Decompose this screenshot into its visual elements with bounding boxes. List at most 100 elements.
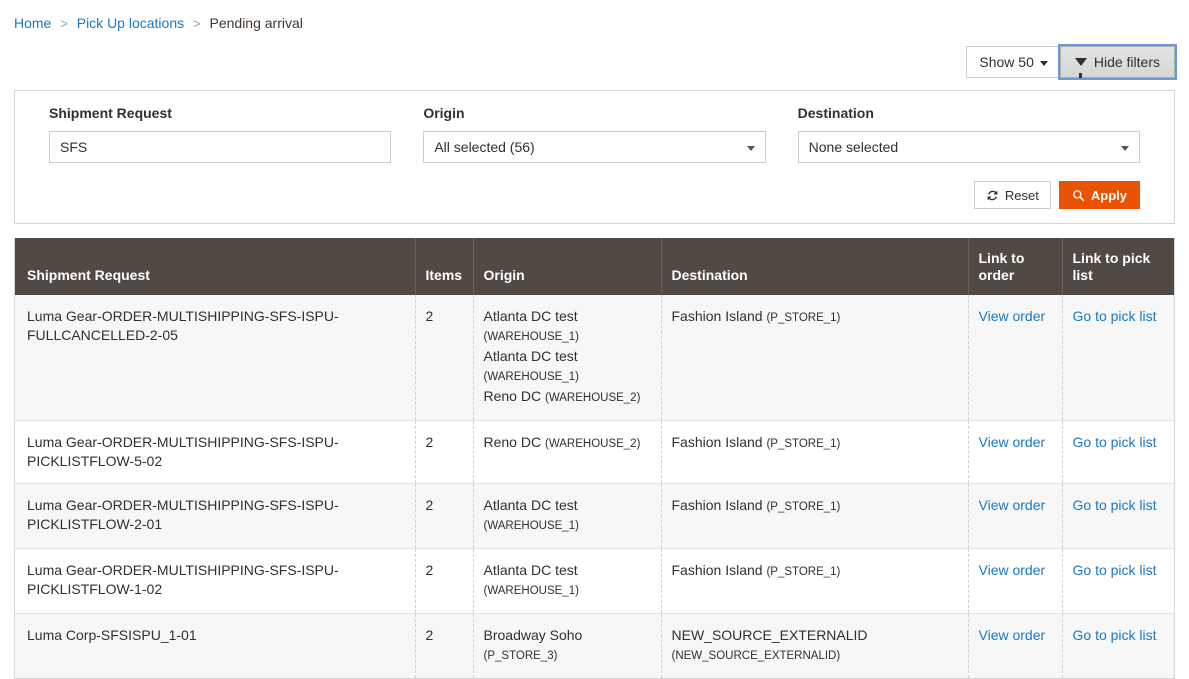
column-header-origin: Origin — [473, 238, 662, 295]
location-name: Fashion Island — [671, 497, 763, 513]
column-header-destination: Destination — [661, 238, 969, 295]
go-to-pick-list-link[interactable]: Go to pick list — [1073, 308, 1157, 324]
cell-shipment-request: Luma Corp-SFSISPU_1-01 — [15, 613, 416, 678]
location-code: (P_STORE_1) — [766, 501, 841, 513]
table-row: Luma Gear-ORDER-MULTISHIPPING-SFS-ISPU-P… — [15, 483, 1174, 549]
hide-filters-label: Hide filters — [1093, 54, 1160, 70]
table-row: Luma Gear-ORDER-MULTISHIPPING-SFS-ISPU-F… — [15, 295, 1174, 421]
hide-filters-button[interactable]: Hide filters — [1059, 46, 1175, 78]
location-entry: Fashion Island (P_STORE_1) — [672, 561, 958, 582]
view-order-link[interactable]: View order — [979, 497, 1046, 513]
cell-link-to-pick-list: Go to pick list — [1062, 420, 1174, 484]
refresh-icon — [987, 190, 998, 200]
origin-label: Origin — [423, 105, 465, 121]
go-to-pick-list-link[interactable]: Go to pick list — [1073, 562, 1157, 578]
filter-funnel-icon — [1074, 58, 1087, 78]
go-to-pick-list-link[interactable]: Go to pick list — [1073, 627, 1157, 643]
shipment-request-input[interactable] — [49, 131, 392, 163]
show-count-button[interactable]: Show 50 — [966, 46, 1060, 78]
apply-button[interactable]: Apply — [1058, 181, 1140, 209]
view-order-link[interactable]: View order — [979, 434, 1046, 450]
cell-link-to-order: View order — [968, 295, 1063, 421]
location-name: Reno DC — [483, 434, 542, 450]
view-order-link[interactable]: View order — [979, 308, 1046, 324]
location-entry: Fashion Island (P_STORE_1) — [672, 496, 958, 517]
cell-origin: Reno DC (WAREHOUSE_2) — [473, 420, 662, 484]
location-name: Fashion Island — [671, 562, 763, 578]
location-code: (P_STORE_1) — [766, 566, 841, 578]
location-name: Broadway Soho — [483, 627, 583, 643]
cell-link-to-pick-list: Go to pick list — [1062, 548, 1174, 614]
go-to-pick-list-link[interactable]: Go to pick list — [1073, 497, 1157, 513]
shipment-request-label: Shipment Request — [49, 105, 172, 121]
reset-button[interactable]: Reset — [973, 181, 1051, 209]
location-name: Atlanta DC test — [483, 562, 578, 578]
cell-shipment-request: Luma Gear-ORDER-MULTISHIPPING-SFS-ISPU-P… — [15, 548, 416, 614]
location-entry: Atlanta DC test (WAREHOUSE_1) — [484, 561, 651, 601]
cell-link-to-order: View order — [968, 548, 1063, 614]
cell-origin: Atlanta DC test (WAREHOUSE_1) Atlanta DC … — [473, 295, 662, 421]
cell-link-to-order: View order — [968, 420, 1063, 484]
column-header-items: Items — [415, 238, 474, 295]
location-entry: Broadway Soho (P_STORE_3) — [484, 626, 651, 666]
location-name: NEW_SOURCE_EXTERNALID — [671, 627, 868, 643]
cell-origin: Atlanta DC test (WAREHOUSE_1) — [473, 483, 662, 549]
location-name: Reno DC — [483, 388, 542, 404]
origin-select[interactable]: All selected (56) — [423, 131, 766, 163]
cell-link-to-pick-list: Go to pick list — [1062, 613, 1174, 678]
destination-select-value: None selected — [808, 139, 899, 155]
search-icon — [1073, 189, 1085, 201]
location-name: Atlanta DC test — [483, 308, 578, 324]
cell-shipment-request: Luma Gear-ORDER-MULTISHIPPING-SFS-ISPU-F… — [15, 295, 416, 421]
location-entry: Atlanta DC test (WAREHOUSE_1) — [484, 347, 651, 387]
cell-items: 2 — [415, 483, 474, 549]
location-entry: Atlanta DC test (WAREHOUSE_1) — [484, 307, 651, 347]
apply-label: Apply — [1090, 187, 1127, 203]
location-name: Fashion Island — [671, 434, 763, 450]
location-code: (WAREHOUSE_1) — [483, 331, 579, 343]
location-code: (P_STORE_3) — [483, 650, 558, 662]
breadcrumb-separator: > — [193, 16, 201, 31]
location-entry: Fashion Island (P_STORE_1) — [672, 307, 958, 328]
filter-field-shipment-request: Shipment Request — [49, 105, 423, 163]
view-order-link[interactable]: View order — [979, 627, 1046, 643]
location-entry: Reno DC (WAREHOUSE_2) — [484, 387, 651, 408]
cell-link-to-pick-list: Go to pick list — [1062, 295, 1174, 421]
location-entry: Reno DC (WAREHOUSE_2) — [484, 433, 651, 454]
origin-select-value: All selected (56) — [434, 139, 535, 155]
chevron-down-icon — [1039, 60, 1048, 66]
breadcrumb-item-pick-up-locations[interactable]: Pick Up locations — [77, 15, 184, 31]
location-entry: Fashion Island (P_STORE_1) — [672, 433, 958, 454]
destination-select[interactable]: None selected — [797, 131, 1140, 163]
breadcrumb-item-home[interactable]: Home — [14, 15, 51, 31]
table-row: Luma Gear-ORDER-MULTISHIPPING-SFS-ISPU-P… — [15, 420, 1174, 484]
table-body: Luma Gear-ORDER-MULTISHIPPING-SFS-ISPU-F… — [15, 295, 1174, 678]
go-to-pick-list-link[interactable]: Go to pick list — [1073, 434, 1157, 450]
cell-items: 2 — [415, 295, 474, 421]
view-order-link[interactable]: View order — [979, 562, 1046, 578]
show-count-label: Show 50 — [979, 54, 1034, 70]
cell-items: 2 — [415, 420, 474, 484]
table-row: Luma Corp-SFSISPU_1-01 2 Broadway Soho (P_… — [15, 613, 1174, 678]
cell-origin: Atlanta DC test (WAREHOUSE_1) — [473, 548, 662, 614]
cell-items: 2 — [415, 613, 474, 678]
chevron-down-icon — [746, 145, 755, 151]
column-header-link-to-order: Link to order — [968, 238, 1063, 295]
reset-label: Reset — [1004, 187, 1039, 203]
filter-actions: Reset Apply — [49, 181, 1140, 209]
chevron-down-icon — [1120, 145, 1129, 151]
destination-label: Destination — [797, 105, 874, 121]
location-code: (WAREHOUSE_1) — [483, 520, 579, 532]
filter-field-destination: Destination None selected — [797, 105, 1140, 163]
table-row: Luma Gear-ORDER-MULTISHIPPING-SFS-ISPU-P… — [15, 548, 1174, 614]
cell-items: 2 — [415, 548, 474, 614]
table-header-row: Shipment Request Items Origin Destinatio… — [15, 238, 1174, 295]
cell-destination: NEW_SOURCE_EXTERNALID (NEW_SOURCE_EXTERN… — [661, 613, 969, 678]
column-header-link-to-pick-list: Link to pick list — [1062, 238, 1174, 295]
column-header-shipment-request: Shipment Request — [15, 238, 416, 295]
cell-destination: Fashion Island (P_STORE_1) — [661, 548, 969, 614]
location-entry: Atlanta DC test (WAREHOUSE_1) — [484, 496, 651, 536]
location-code: (P_STORE_1) — [766, 438, 841, 450]
location-code: (WAREHOUSE_1) — [483, 585, 579, 597]
toolbar: Show 50 Hide filters — [0, 33, 1189, 80]
